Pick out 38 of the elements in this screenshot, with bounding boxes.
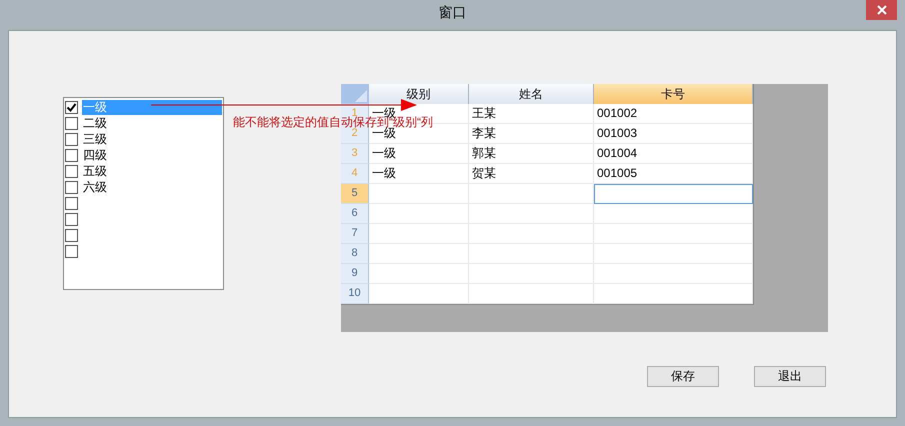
triangle-icon: [355, 90, 367, 102]
row-header[interactable]: 5: [341, 184, 369, 204]
table-cell: 王某: [469, 104, 594, 124]
row-header[interactable]: 10: [341, 284, 369, 304]
checkbox[interactable]: [65, 244, 78, 258]
table-cell: 一级: [369, 144, 469, 164]
table-cell: 001004: [594, 144, 753, 164]
checkbox[interactable]: [65, 228, 78, 242]
row-header[interactable]: 7: [341, 224, 369, 244]
checkbox[interactable]: [65, 116, 78, 130]
table-cell: 郭某: [469, 144, 594, 164]
checkbox[interactable]: [65, 196, 78, 210]
dialog-button[interactable]: 保存: [647, 366, 719, 387]
dialog-button[interactable]: 退出: [754, 366, 826, 387]
checkbox[interactable]: [65, 164, 78, 178]
checkbox[interactable]: [65, 132, 78, 146]
table-cell: 001002: [594, 104, 753, 124]
checkbox[interactable]: [65, 212, 78, 226]
row-header[interactable]: 9: [341, 264, 369, 284]
checkbox[interactable]: [65, 148, 78, 162]
table-cell: 001005: [594, 164, 753, 184]
checkbox[interactable]: [65, 100, 78, 114]
table-cell: 贺某: [469, 164, 594, 184]
checkbox[interactable]: [65, 180, 78, 194]
checklist-item[interactable]: 一级: [82, 100, 222, 114]
row-header[interactable]: 8: [341, 244, 369, 264]
window-title: 窗口: [438, 4, 466, 22]
column-header[interactable]: 卡号: [594, 84, 753, 104]
table-cell: 李某: [469, 124, 594, 144]
close-icon: [876, 5, 886, 15]
column-header[interactable]: 级别: [369, 84, 469, 104]
column-header[interactable]: 姓名: [469, 84, 594, 104]
table-cell: 001003: [594, 124, 753, 144]
close-button[interactable]: [866, 0, 897, 20]
active-cell[interactable]: [594, 184, 753, 204]
check-icon: [66, 102, 77, 112]
table-cell: 一级: [369, 164, 469, 184]
row-header[interactable]: 6: [341, 204, 369, 224]
